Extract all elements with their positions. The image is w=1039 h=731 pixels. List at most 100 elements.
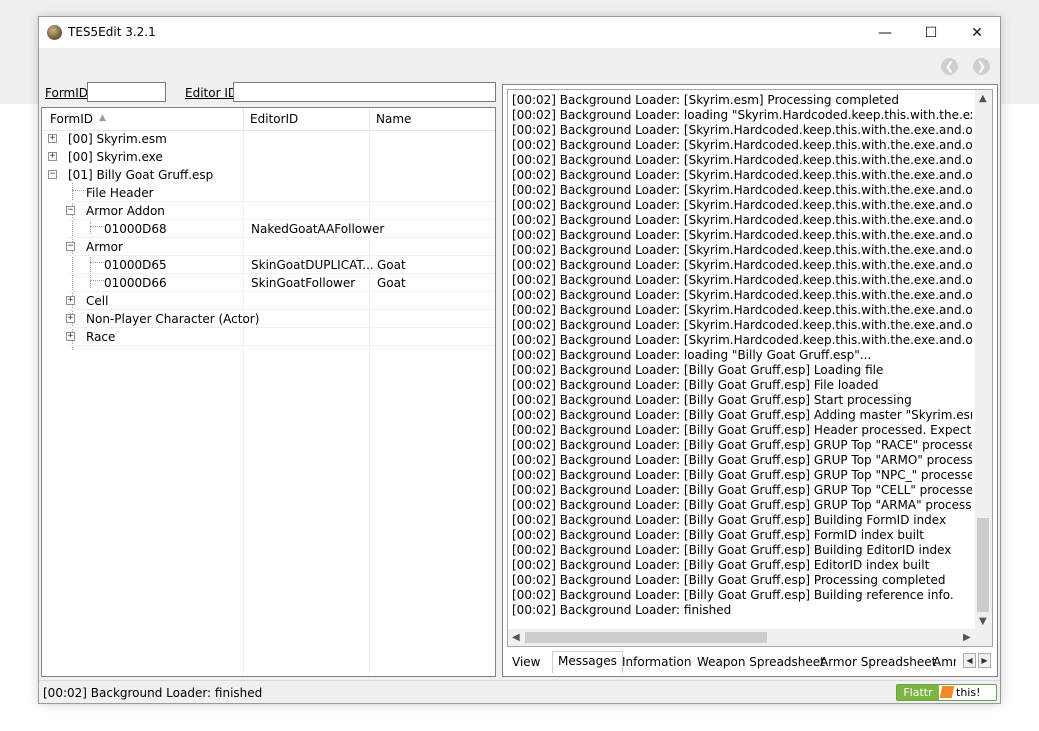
collapse-icon[interactable]: − xyxy=(66,242,75,251)
column-header-editorid[interactable]: EditorID xyxy=(250,112,298,126)
formid-input[interactable] xyxy=(87,82,166,102)
vertical-scrollbar[interactable]: ▲ ▼ xyxy=(975,90,992,630)
tree-row-formid: 01000D68 xyxy=(104,222,167,236)
flattr-button[interactable]: Flattr this! xyxy=(896,684,997,701)
flattr-this-label: this! xyxy=(956,686,981,699)
column-divider[interactable] xyxy=(369,108,370,130)
flattr-label: Flattr xyxy=(897,685,939,700)
column-header-name[interactable]: Name xyxy=(376,112,411,126)
scroll-right-icon[interactable]: ▶ xyxy=(963,632,971,643)
tree-row-formid: Race xyxy=(86,330,116,344)
messages-text: [00:02] Background Loader: [Skyrim.esm] … xyxy=(512,93,972,618)
message-line: [00:02] Background Loader: [Skyrim.Hardc… xyxy=(512,153,972,167)
tree-row[interactable]: + Cell xyxy=(42,292,495,310)
tree-row[interactable]: + [00] Skyrim.exe xyxy=(42,148,495,166)
expand-icon[interactable]: + xyxy=(48,134,57,143)
expand-icon[interactable]: + xyxy=(66,332,75,341)
message-line: [00:02] Background Loader: [Skyrim.Hardc… xyxy=(512,183,972,197)
message-line: [00:02] Background Loader: [Skyrim.Hardc… xyxy=(512,243,972,257)
column-header-formid[interactable]: FormID xyxy=(50,112,93,126)
scroll-up-icon[interactable]: ▲ xyxy=(979,93,987,104)
minimize-button[interactable]: — xyxy=(862,17,908,48)
message-line: [00:02] Background Loader: [Billy Goat G… xyxy=(512,528,924,542)
tree-row[interactable]: 01000D68 NakedGoatAAFollower xyxy=(42,220,495,238)
tree-row[interactable]: + Race xyxy=(42,328,495,346)
window-title: TES5Edit 3.2.1 xyxy=(68,25,156,39)
tree-row[interactable]: − [01] Billy Goat Gruff.esp xyxy=(42,166,495,184)
message-line: [00:02] Background Loader: [Billy Goat G… xyxy=(512,378,879,392)
tab-weapon-spreadsheet[interactable]: Weapon Spreadsheet xyxy=(692,653,830,673)
column-divider[interactable] xyxy=(243,108,244,130)
collapse-icon[interactable]: − xyxy=(48,170,57,179)
close-button[interactable]: ✕ xyxy=(954,17,1000,48)
message-line: [00:02] Background Loader: [Billy Goat G… xyxy=(512,558,930,572)
tree-row-editorid: NakedGoatAAFollower xyxy=(251,222,385,236)
tab-scroll-right-icon[interactable]: ▶ xyxy=(978,653,991,668)
scroll-down-icon[interactable]: ▼ xyxy=(979,616,987,627)
tree-row[interactable]: − Armor Addon xyxy=(42,202,495,220)
tree-row[interactable]: + Non-Player Character (Actor) xyxy=(42,310,495,328)
tab-messages[interactable]: Messages xyxy=(552,651,623,673)
message-line: [00:02] Background Loader: [Skyrim.Hardc… xyxy=(512,228,972,242)
tree-row-formid: 01000D66 xyxy=(104,276,167,290)
tree-row[interactable]: − Armor xyxy=(42,238,495,256)
messages-log[interactable]: [00:02] Background Loader: [Skyrim.esm] … xyxy=(507,89,993,647)
status-text: [00:02] Background Loader: finished xyxy=(43,686,263,700)
message-line: [00:02] Background Loader: [Skyrim.Hardc… xyxy=(512,333,972,347)
messages-panel: [00:02] Background Loader: [Skyrim.esm] … xyxy=(502,84,998,677)
collapse-icon[interactable]: − xyxy=(66,206,75,215)
app-icon xyxy=(47,25,62,40)
tree-row[interactable]: 01000D66 SkinGoatFollower Goat xyxy=(42,274,495,292)
tree-row-name: Goat xyxy=(377,258,406,272)
message-line: [00:02] Background Loader: [Skyrim.Hardc… xyxy=(512,273,972,287)
tree-header: FormID ▲ EditorID Name xyxy=(42,108,495,131)
tree-row[interactable]: File Header xyxy=(42,184,495,202)
tree-row-formid: [01] Billy Goat Gruff.esp xyxy=(68,168,214,182)
message-line: [00:02] Background Loader: [Skyrim.Hardc… xyxy=(512,258,972,272)
message-line: [00:02] Background Loader: [Billy Goat G… xyxy=(512,483,972,497)
message-line: [00:02] Background Loader: [Billy Goat G… xyxy=(512,408,972,422)
forward-arrow-icon[interactable]: ❯ xyxy=(973,58,990,75)
back-arrow-icon[interactable]: ❮ xyxy=(941,58,958,75)
tree-row-editorid: SkinGoatDUPLICAT... xyxy=(251,258,374,272)
tree-row-formid: 01000D65 xyxy=(104,258,167,272)
row-gridline xyxy=(67,345,495,346)
message-line: [00:02] Background Loader: loading "Bill… xyxy=(512,348,872,362)
record-tree[interactable]: FormID ▲ EditorID Name + [00] Skyrim.esm… xyxy=(41,107,496,677)
expand-icon[interactable]: + xyxy=(66,314,75,323)
message-line: [00:02] Background Loader: [Skyrim.Hardc… xyxy=(512,303,972,317)
editorid-input[interactable] xyxy=(233,82,496,102)
tree-row[interactable]: 01000D65 SkinGoatDUPLICAT... Goat xyxy=(42,256,495,274)
scroll-left-icon[interactable]: ◀ xyxy=(512,632,520,643)
tree-row-editorid: SkinGoatFollower xyxy=(251,276,356,290)
horizontal-scroll-thumb[interactable] xyxy=(525,632,767,643)
message-line: [00:02] Background Loader: [Billy Goat G… xyxy=(512,498,972,512)
tab-scroll-left-icon[interactable]: ◀ xyxy=(963,653,976,668)
tree-row-formid: Cell xyxy=(86,294,109,308)
vertical-scroll-thumb[interactable] xyxy=(977,518,989,612)
tree-row[interactable]: + [00] Skyrim.esm xyxy=(42,130,495,148)
message-line: [00:02] Background Loader: [Skyrim.Hardc… xyxy=(512,318,972,332)
tree-row-formid: File Header xyxy=(86,186,154,200)
bottom-tabs: View Messages Information Weapon Spreads… xyxy=(507,651,995,673)
message-line: [00:02] Background Loader: [Billy Goat G… xyxy=(512,513,947,527)
maximize-button[interactable]: ☐ xyxy=(908,17,954,48)
tab-armor-spreadsheet[interactable]: Armor Spreadsheet xyxy=(815,653,941,673)
tab-view[interactable]: View xyxy=(507,653,545,673)
message-line: [00:02] Background Loader: [Skyrim.Hardc… xyxy=(512,213,972,227)
message-line: [00:02] Background Loader: [Skyrim.Hardc… xyxy=(512,138,972,152)
message-line: [00:02] Background Loader: [Billy Goat G… xyxy=(512,438,972,452)
horizontal-scrollbar[interactable]: ◀ ▶ xyxy=(508,629,992,646)
message-line: [00:02] Background Loader: [Billy Goat G… xyxy=(512,543,952,557)
formid-label: FormID xyxy=(45,86,89,100)
expand-icon[interactable]: + xyxy=(66,296,75,305)
tab-ammo-spreadsheet[interactable]: Amn xyxy=(928,653,956,673)
message-line: [00:02] Background Loader: [Billy Goat G… xyxy=(512,423,972,437)
tree-row-formid: Non-Player Character (Actor) xyxy=(86,312,260,326)
sort-ascending-icon: ▲ xyxy=(99,113,106,123)
message-line: [00:02] Background Loader: [Skyrim.Hardc… xyxy=(512,198,972,212)
expand-icon[interactable]: + xyxy=(48,152,57,161)
message-line: [00:02] Background Loader: [Billy Goat G… xyxy=(512,453,972,467)
message-line: [00:02] Background Loader: [Skyrim.Hardc… xyxy=(512,288,972,302)
tab-information[interactable]: Information xyxy=(617,653,696,673)
